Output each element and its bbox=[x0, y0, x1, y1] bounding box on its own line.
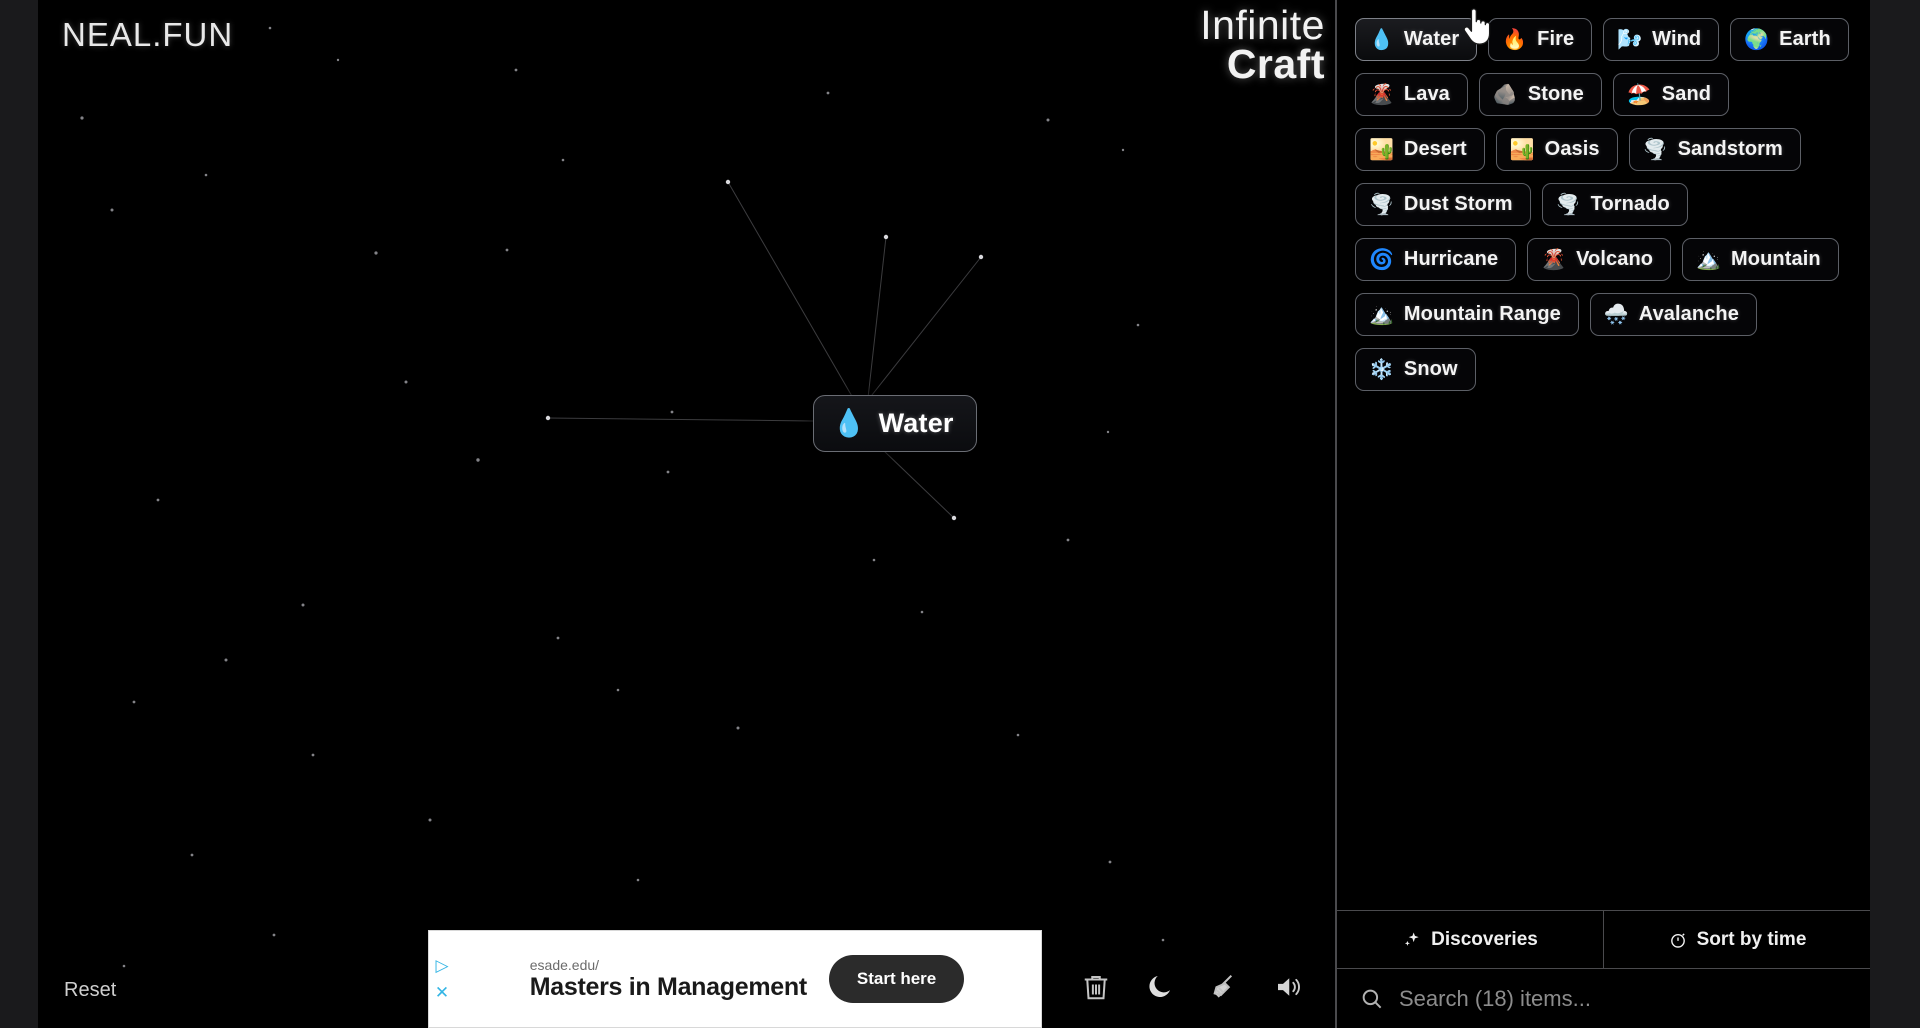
element-chip-mountain[interactable]: 🏔️ Mountain bbox=[1682, 238, 1839, 281]
element-chip-label: Water bbox=[1403, 28, 1460, 50]
ad-controls: ▷ ✕ bbox=[429, 931, 453, 1027]
ad-cta-button[interactable]: Start here bbox=[828, 955, 965, 1003]
reset-button[interactable]: Reset bbox=[64, 979, 116, 1002]
element-emoji-icon: 🌬️ bbox=[1617, 28, 1643, 51]
element-chip-avalanche[interactable]: 🌨️ Avalanche bbox=[1589, 293, 1757, 336]
element-chip-label: Tornado bbox=[1590, 193, 1670, 215]
tab-discoveries-label: Discoveries bbox=[1431, 928, 1538, 950]
element-chip-label: Fire bbox=[1537, 28, 1575, 50]
element-chip-label: Sandstorm bbox=[1677, 138, 1783, 160]
element-chip-sandstorm[interactable]: 🌪️ Sandstorm bbox=[1628, 128, 1801, 171]
element-sidebar: 💧 Water 🔥 Fire 🌬️ Wind 🌍 Earth 🌋 Lava 🪨 Stone 🏖️ Sand… bbox=[1335, 0, 1870, 1028]
app-screenshot: NEAL.FUN Infinite Craft 💧 Water Reset ▷ … bbox=[0, 0, 1920, 1028]
board-element-water[interactable]: 💧 Water bbox=[813, 395, 977, 452]
element-chip-oasis[interactable]: 🏜️ Oasis bbox=[1495, 128, 1618, 171]
element-chip-label: Snow bbox=[1403, 358, 1458, 380]
element-emoji-icon: 🌨️ bbox=[1603, 303, 1629, 326]
element-chip-label: Oasis bbox=[1544, 138, 1600, 160]
board-element-label: Water bbox=[878, 408, 954, 438]
tab-discoveries[interactable]: Discoveries bbox=[1337, 911, 1603, 968]
page-title: Infinite Craft bbox=[1200, 2, 1325, 88]
element-emoji-icon: 🏔️ bbox=[1369, 303, 1394, 326]
element-chip-stone[interactable]: 🪨 Stone bbox=[1478, 73, 1602, 116]
letterbox-right bbox=[1870, 0, 1920, 1028]
element-emoji-icon: 🌪️ bbox=[1642, 138, 1668, 161]
element-chip-label: Avalanche bbox=[1638, 303, 1739, 325]
ad-close-icon[interactable]: ✕ bbox=[435, 984, 449, 1001]
element-emoji-icon: ❄️ bbox=[1369, 358, 1394, 381]
element-chip-volcano[interactable]: 🌋 Volcano bbox=[1527, 238, 1672, 281]
sparkles-icon bbox=[1405, 932, 1419, 946]
element-chip-sand[interactable]: 🏖️ Sand bbox=[1612, 73, 1730, 116]
element-chip-label: Lava bbox=[1403, 83, 1450, 105]
element-emoji-icon: 🌋 bbox=[1541, 248, 1567, 271]
page-title-line2: Craft bbox=[1226, 41, 1325, 88]
trash-icon[interactable] bbox=[1077, 968, 1115, 1006]
broom-icon[interactable] bbox=[1205, 968, 1243, 1006]
element-emoji-icon: 🏜️ bbox=[1369, 138, 1394, 161]
ad-text: esade.edu/ Masters in Management bbox=[530, 957, 807, 1002]
starfield-background bbox=[80, 26, 1165, 968]
neal-fun-logo[interactable]: NEAL.FUN bbox=[62, 16, 233, 54]
element-chip-label: Sand bbox=[1661, 83, 1712, 105]
element-chip-label: Earth bbox=[1779, 28, 1831, 50]
sidebar-tabs: Discoveries Sort by time bbox=[1337, 910, 1870, 968]
element-chip-dust-storm[interactable]: 🌪️ Dust Storm bbox=[1355, 183, 1531, 226]
element-chip-label: Desert bbox=[1403, 138, 1467, 160]
element-emoji-icon: 🔥 bbox=[1502, 28, 1528, 51]
stopwatch-icon bbox=[1670, 932, 1685, 948]
tab-sort-label: Sort by time bbox=[1696, 928, 1807, 950]
ad-headline: Masters in Management bbox=[529, 972, 807, 1001]
element-chip-tornado[interactable]: 🌪️ Tornado bbox=[1541, 183, 1688, 226]
element-emoji-icon: 🪨 bbox=[1492, 83, 1518, 106]
search-input[interactable] bbox=[1399, 985, 1848, 1012]
element-chip-wind[interactable]: 🌬️ Wind bbox=[1603, 18, 1720, 61]
element-chip-label: Wind bbox=[1652, 28, 1702, 50]
search-bar[interactable] bbox=[1337, 968, 1870, 1028]
tab-sort-by-time[interactable]: Sort by time bbox=[1603, 911, 1870, 968]
element-emoji-icon: 🌍 bbox=[1744, 28, 1770, 51]
element-emoji-icon: 🏔️ bbox=[1696, 248, 1722, 271]
ad-url: esade.edu/ bbox=[529, 956, 600, 973]
element-chip-label: Mountain Range bbox=[1403, 303, 1561, 325]
element-emoji-icon: 🏜️ bbox=[1509, 138, 1535, 161]
element-chip-fire[interactable]: 🔥 Fire bbox=[1488, 18, 1593, 61]
element-list: 💧 Water 🔥 Fire 🌬️ Wind 🌍 Earth 🌋 Lava 🪨 Stone 🏖️ Sand… bbox=[1337, 0, 1870, 910]
crafting-canvas[interactable]: NEAL.FUN Infinite Craft 💧 Water Reset ▷ … bbox=[38, 0, 1335, 1028]
ad-banner: ▷ ✕ esade.edu/ Masters in Management Sta… bbox=[428, 930, 1042, 1028]
moon-icon[interactable] bbox=[1141, 968, 1179, 1006]
page-title-line1: Infinite bbox=[1200, 2, 1325, 48]
water-drop-icon: 💧 bbox=[832, 408, 866, 438]
element-emoji-icon: 💧 bbox=[1369, 28, 1394, 51]
element-chip-label: Stone bbox=[1527, 83, 1584, 105]
element-emoji-icon: 🌀 bbox=[1369, 248, 1394, 271]
element-emoji-icon: 🏖️ bbox=[1626, 83, 1652, 106]
infinite-craft-app: NEAL.FUN Infinite Craft 💧 Water Reset ▷ … bbox=[38, 0, 1870, 1028]
element-chip-label: Volcano bbox=[1576, 248, 1654, 270]
element-chip-hurricane[interactable]: 🌀 Hurricane bbox=[1355, 238, 1517, 281]
element-chip-water[interactable]: 💧 Water bbox=[1355, 18, 1478, 61]
element-chip-desert[interactable]: 🏜️ Desert bbox=[1355, 128, 1485, 171]
element-chip-label: Dust Storm bbox=[1403, 193, 1513, 215]
ad-info-icon[interactable]: ▷ bbox=[435, 957, 448, 974]
letterbox-left bbox=[0, 0, 38, 1028]
element-emoji-icon: 🌪️ bbox=[1369, 193, 1394, 216]
element-chip-lava[interactable]: 🌋 Lava bbox=[1355, 73, 1468, 116]
canvas-toolbar bbox=[1077, 968, 1307, 1006]
element-chip-earth[interactable]: 🌍 Earth bbox=[1730, 18, 1849, 61]
element-emoji-icon: 🌋 bbox=[1369, 83, 1394, 106]
search-icon bbox=[1362, 989, 1382, 1008]
element-chip-mountain-range[interactable]: 🏔️ Mountain Range bbox=[1355, 293, 1579, 336]
ad-content[interactable]: esade.edu/ Masters in Management Start h… bbox=[453, 931, 1041, 1027]
speaker-icon[interactable] bbox=[1269, 968, 1307, 1006]
element-emoji-icon: 🌪️ bbox=[1555, 193, 1581, 216]
element-chip-label: Hurricane bbox=[1403, 248, 1499, 270]
element-chip-snow[interactable]: ❄️ Snow bbox=[1355, 348, 1476, 391]
element-chip-label: Mountain bbox=[1731, 248, 1821, 270]
